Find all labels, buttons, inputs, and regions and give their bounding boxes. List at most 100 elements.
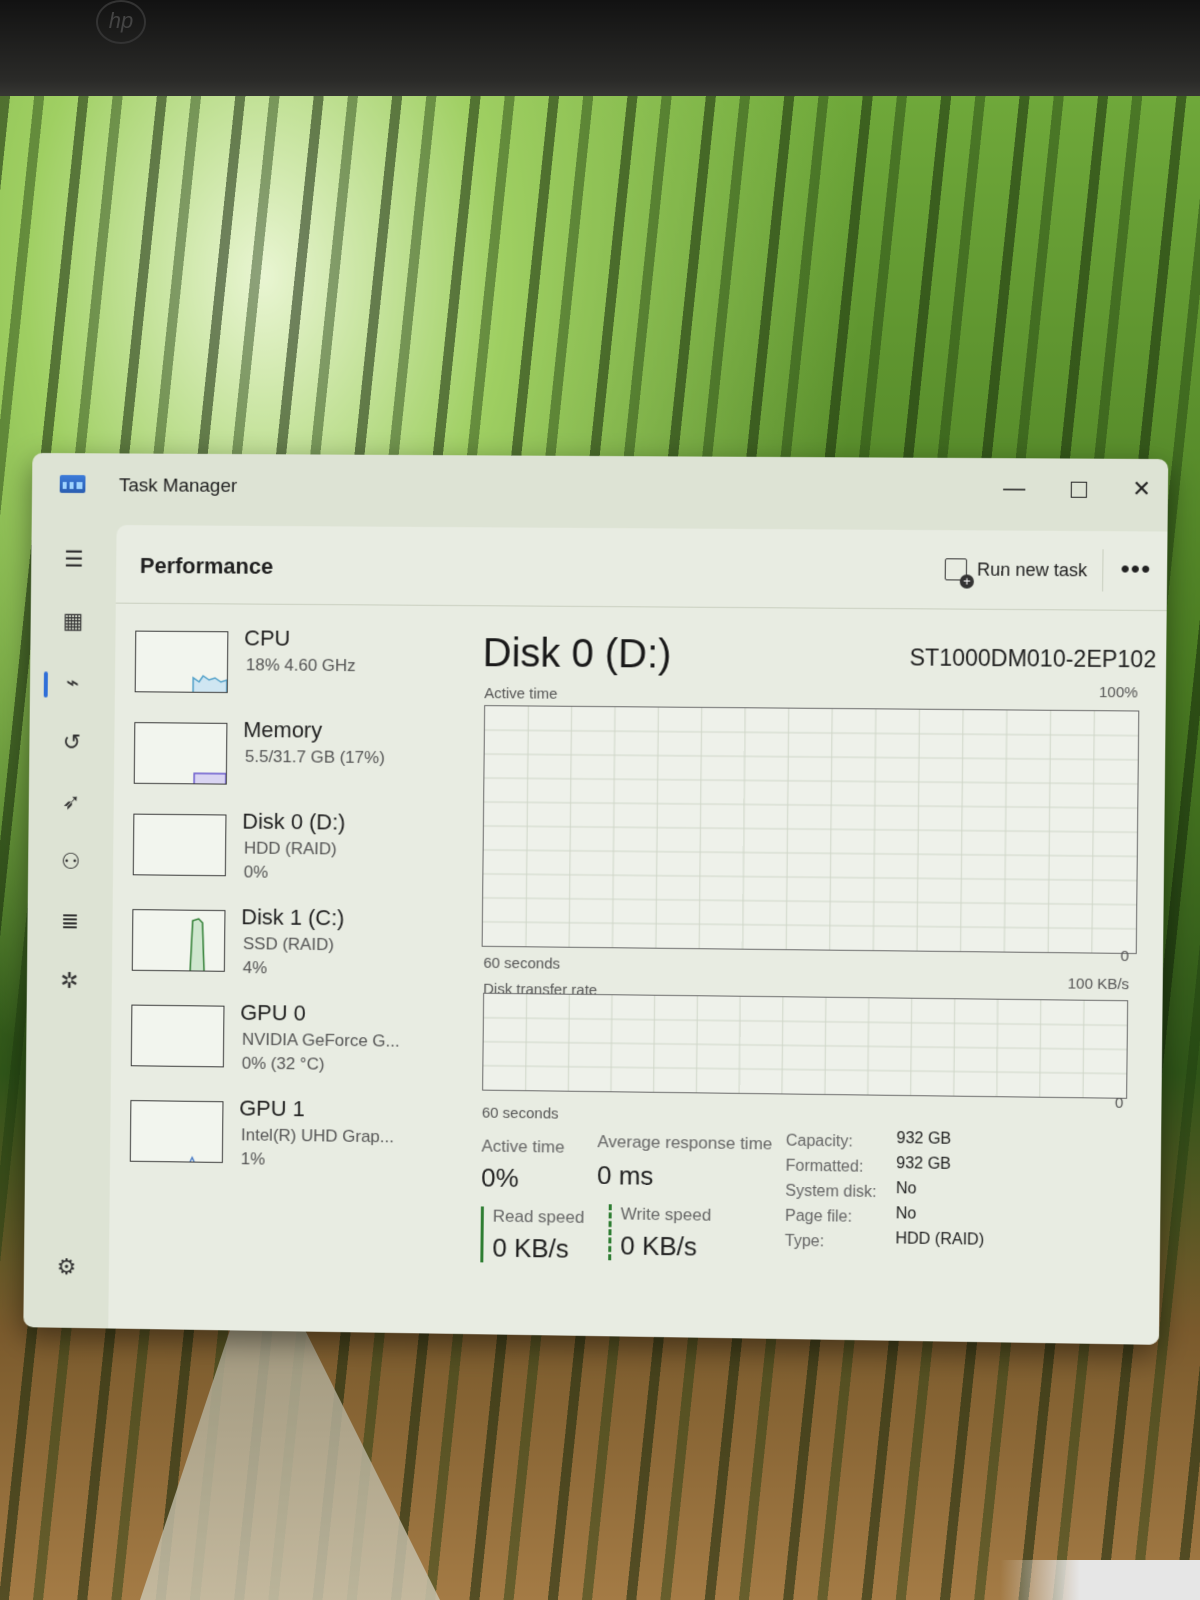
run-task-icon (945, 558, 967, 580)
grid-line (484, 802, 1137, 808)
device-usage: 4% (243, 958, 268, 978)
read-speed-label: Read speed (493, 1207, 585, 1228)
details-icon[interactable]: ≣ (53, 904, 87, 938)
active-time-chart-label: Active time (484, 685, 557, 703)
device-disk-1[interactable]: Disk 1 (C:) SSD (RAID) 4% (132, 903, 451, 986)
page-file-label: Page file: (785, 1208, 852, 1227)
panel-header: Performance Run new task ••• (116, 525, 1168, 611)
device-detail: NVIDIA GeForce G... (242, 1030, 400, 1052)
device-detail: Intel(R) UHD Grap... (241, 1125, 394, 1147)
nav-rail: ☰ ▦ ⌁ ↺ ➶ ⚇ ≣ ✲ ⚙ (23, 525, 116, 1321)
hamburger-icon[interactable]: ☰ (57, 543, 91, 577)
disk-0-thumbnail (133, 814, 227, 877)
grid-line (485, 730, 1138, 736)
services-icon[interactable]: ✲ (52, 964, 86, 998)
avg-response-value: 0 ms (597, 1160, 654, 1192)
device-usage: 0% (244, 862, 269, 882)
device-name: Memory (243, 717, 322, 744)
type-value: HDD (RAID) (895, 1230, 984, 1249)
title-bar: Task Manager — ✕ (32, 453, 1169, 532)
window-title: Task Manager (119, 475, 237, 498)
hp-logo-icon: hp (96, 0, 146, 44)
disk-model: ST1000DM010-2EP102 (909, 644, 1156, 673)
device-name: GPU 0 (240, 1000, 306, 1027)
active-time-stat-value: 0% (481, 1163, 519, 1194)
capacity-value: 932 GB (896, 1130, 951, 1149)
grid-line (484, 850, 1137, 856)
device-name: CPU (244, 625, 290, 651)
active-time-stat-label: Active time (481, 1137, 564, 1158)
device-usage: 1% (241, 1149, 266, 1169)
taskbar (1000, 1560, 1200, 1600)
type-label: Type: (785, 1233, 825, 1252)
grid-line (483, 922, 1136, 929)
device-memory[interactable]: Memory 5.5/31.7 GB (17%) (134, 716, 453, 799)
task-manager-app-icon (60, 475, 86, 493)
app-history-icon[interactable]: ↺ (55, 725, 89, 759)
system-disk-label: System disk: (785, 1183, 876, 1202)
grid-line (484, 826, 1137, 832)
disk-1-thumbnail (132, 909, 226, 972)
page-file-value: No (896, 1205, 917, 1223)
maximize-button[interactable] (1050, 468, 1107, 509)
grid-line (483, 898, 1136, 905)
device-detail: 18% 4.60 GHz (246, 655, 356, 676)
device-gpu-1[interactable]: GPU 1 Intel(R) UHD Grap... 1% (130, 1094, 448, 1178)
nav-selection-indicator (44, 672, 48, 698)
cpu-thumbnail (135, 631, 229, 693)
run-new-task-button[interactable]: Run new task (945, 554, 1088, 585)
cpu-sparkline (136, 632, 228, 692)
device-usage: 0% (32 °C) (242, 1054, 325, 1075)
device-gpu-0[interactable]: GPU 0 NVIDIA GeForce G... 0% (32 °C) (131, 999, 449, 1083)
performance-icon[interactable]: ⌁ (56, 666, 90, 700)
startup-apps-icon[interactable]: ➶ (54, 785, 88, 819)
processes-icon[interactable]: ▦ (56, 604, 90, 638)
device-cpu[interactable]: CPU 18% 4.60 GHz (135, 625, 454, 707)
active-time-chart-span: 60 seconds (483, 955, 560, 973)
close-button[interactable]: ✕ (1113, 469, 1168, 510)
avg-response-label: Average response time (597, 1132, 772, 1154)
device-detail: SSD (RAID) (243, 934, 334, 955)
header-divider (1102, 549, 1103, 591)
write-speed-label: Write speed (621, 1204, 712, 1225)
transfer-chart-max: 100 KB/s (1068, 975, 1130, 993)
task-manager-window: Task Manager — ✕ ☰ ▦ ⌁ ↺ ➶ ⚇ ≣ ✲ ⚙ Perfo… (23, 453, 1168, 1345)
run-new-task-label: Run new task (977, 559, 1087, 581)
transfer-rate-grid (483, 994, 1127, 1098)
active-time-chart-min: 0 (1120, 948, 1129, 965)
read-speed-value: 0 KB/s (492, 1233, 569, 1265)
grid-line (483, 1066, 1126, 1074)
formatted-value: 932 GB (896, 1155, 951, 1174)
capacity-label: Capacity: (786, 1133, 853, 1152)
disk-title: Disk 0 (D:) (482, 631, 671, 677)
write-speed-indicator (608, 1204, 612, 1260)
active-time-chart (482, 705, 1140, 954)
gpu-1-sparkline (131, 1101, 223, 1162)
transfer-rate-chart (482, 993, 1128, 1099)
write-speed-value: 0 KB/s (620, 1230, 697, 1262)
active-time-grid (483, 706, 1139, 953)
read-speed-indicator (480, 1206, 484, 1262)
grid-line (484, 1018, 1127, 1026)
minimize-button[interactable]: — (986, 468, 1043, 509)
performance-panel: Performance Run new task ••• CPU 18% 4.6… (108, 525, 1167, 1345)
device-name: Disk 0 (D:) (242, 809, 345, 836)
device-name: GPU 1 (239, 1095, 305, 1122)
device-disk-0[interactable]: Disk 0 (D:) HDD (RAID) 0% (133, 808, 452, 891)
settings-icon[interactable]: ⚙ (49, 1250, 83, 1284)
system-disk-value: No (896, 1180, 917, 1198)
gpu-1-thumbnail (130, 1100, 224, 1163)
device-detail: HDD (RAID) (244, 839, 337, 860)
more-options-button[interactable]: ••• (1120, 553, 1151, 584)
monitor-bezel: hp (0, 0, 1200, 100)
device-name: Disk 1 (C:) (241, 904, 344, 931)
device-detail: 5.5/31.7 GB (17%) (245, 747, 385, 768)
memory-thumbnail (134, 722, 228, 785)
grid-line (484, 778, 1137, 784)
disk-1-sparkline (133, 910, 225, 971)
users-icon[interactable]: ⚇ (54, 845, 88, 879)
gpu-0-thumbnail (131, 1005, 225, 1068)
memory-sparkline (135, 723, 227, 784)
formatted-label: Formatted: (785, 1158, 863, 1177)
transfer-chart-span: 60 seconds (482, 1105, 559, 1123)
